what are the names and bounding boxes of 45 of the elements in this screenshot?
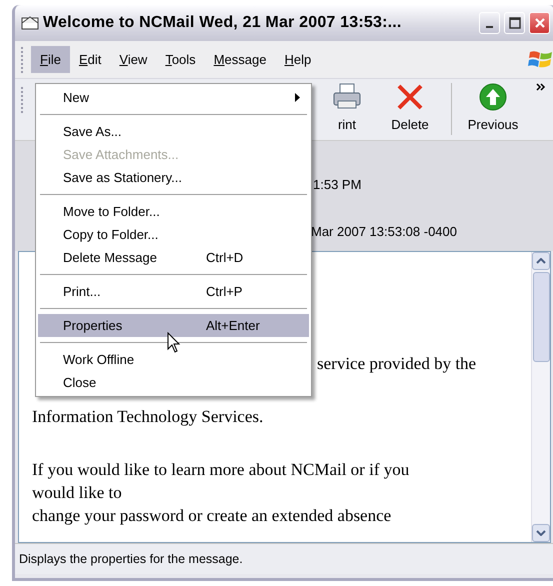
menu-entry[interactable]: Properties Alt+Enter: [38, 314, 309, 337]
maximize-icon: [508, 17, 520, 30]
status-bar: Displays the properties for the message.: [15, 543, 553, 574]
menu-entry[interactable]: Save as Stationery...: [38, 166, 309, 189]
menu-entry[interactable]: Print... Ctrl+P: [38, 280, 309, 303]
body-text-line: Information Technology Services.: [32, 406, 264, 428]
body-text-line: If you would like to learn more about NCMail or if you: [32, 459, 410, 481]
body-text-line: change your password or create an extended absence: [32, 505, 392, 527]
body-text-line: would like to: [32, 482, 123, 504]
window-title: Welcome to NCMail Wed, 21 Mar 2007 13:53:...: [43, 13, 403, 33]
menu-entry[interactable]: Copy to Folder...: [38, 223, 309, 246]
header-field: Mar 2007 13:53:08 -0400: [311, 222, 457, 242]
menu-item[interactable]: Message: [204, 46, 276, 74]
envelope-icon: [21, 15, 39, 31]
menu-entry[interactable]: Move to Folder...: [38, 200, 309, 223]
mouse-pointer-icon: [167, 332, 181, 354]
close-button[interactable]: [529, 12, 550, 34]
menu-entry[interactable]: Save As...: [38, 120, 309, 143]
header-field: 1:53 PM: [313, 175, 362, 194]
menu-item[interactable]: File: [31, 46, 70, 74]
scroll-up-button[interactable]: [532, 252, 550, 270]
submenu-arrow-icon: [295, 93, 301, 102]
down-caret-icon: [536, 530, 546, 536]
chevron-icon[interactable]: [536, 83, 546, 91]
menu-item[interactable]: Tools: [156, 46, 205, 74]
menu-entry[interactable]: Delete Message Ctrl+D: [38, 246, 309, 269]
printer-icon: [332, 83, 362, 111]
menu-item[interactable]: View: [110, 46, 156, 74]
toolbar-button[interactable]: Previous: [458, 79, 528, 136]
toolbar-button[interactable]: rint: [319, 79, 375, 136]
menu-entry[interactable]: Close: [38, 371, 309, 394]
close-icon: [534, 17, 546, 30]
maximize-button[interactable]: [504, 12, 525, 34]
body-text-line: service provided by the: [317, 353, 478, 375]
minimize-icon: [486, 26, 493, 28]
minimize-button[interactable]: [479, 12, 500, 34]
scroll-down-button[interactable]: [532, 524, 550, 542]
x-icon: [396, 83, 424, 111]
menu-entry[interactable]: New: [38, 86, 309, 109]
menu-item[interactable]: Edit: [70, 46, 110, 74]
up-caret-icon: [536, 258, 546, 264]
toolbar-button[interactable]: Delete: [375, 79, 445, 136]
menu-entry[interactable]: Work Offline: [38, 348, 309, 371]
menu-item[interactable]: Help: [275, 46, 320, 74]
scrollbar-thumb[interactable]: [532, 272, 550, 362]
